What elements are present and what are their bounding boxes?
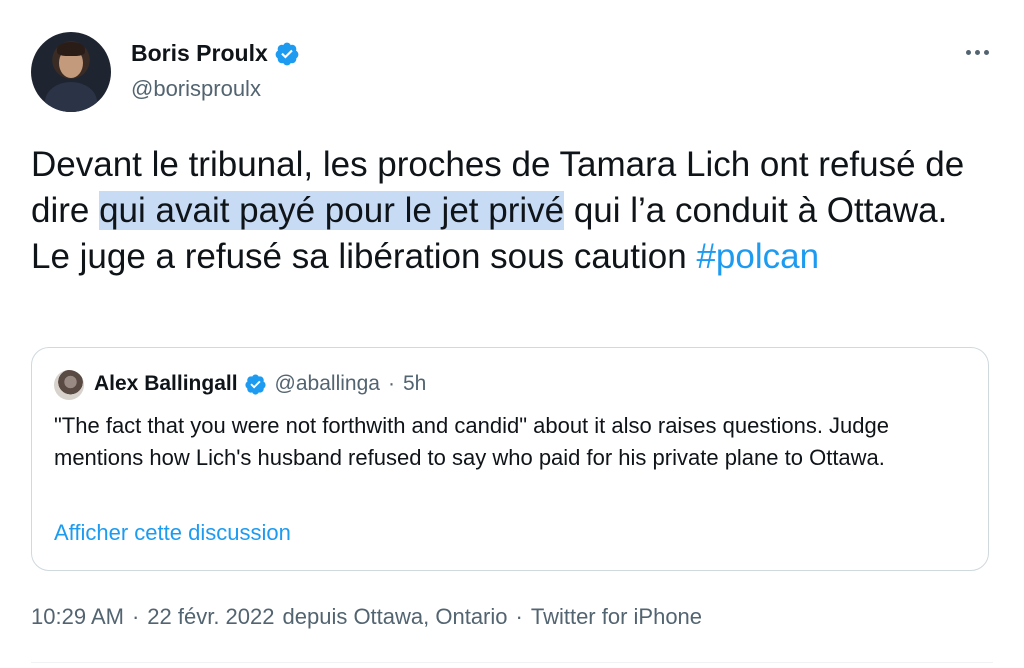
quoted-tweet-time[interactable]: 5h: [403, 372, 426, 396]
author-handle[interactable]: @borisproulx: [131, 76, 261, 102]
author-name-row[interactable]: Boris Proulx: [131, 40, 300, 67]
quoted-author-handle[interactable]: @aballinga: [275, 372, 380, 396]
author-name[interactable]: Boris Proulx: [131, 40, 268, 67]
quoted-tweet-card[interactable]: Alex Ballingall @aballinga · 5h "The fac…: [31, 347, 989, 571]
hashtag-link[interactable]: #polcan: [696, 237, 819, 276]
more-options-icon[interactable]: [962, 40, 992, 64]
tweet-location[interactable]: depuis Ottawa, Ontario: [283, 604, 508, 630]
tweet-metadata: 10:29 AM · 22 févr. 2022 depuis Ottawa, …: [31, 604, 702, 630]
separator-dot: ·: [131, 604, 140, 629]
quoted-tweet-header: Alex Ballingall @aballinga · 5h: [94, 372, 426, 396]
verified-badge-icon: [274, 41, 300, 67]
quoted-tweet-text: "The fact that you were not forthwith an…: [54, 413, 890, 470]
separator-dot: ·: [387, 372, 395, 395]
tweet-date[interactable]: 22 févr. 2022: [147, 604, 274, 630]
divider: [31, 662, 993, 663]
quoted-author-avatar[interactable]: [54, 370, 84, 400]
tweet-time[interactable]: 10:29 AM: [31, 604, 124, 630]
tweet-client[interactable]: Twitter for iPhone: [531, 604, 702, 630]
author-avatar[interactable]: [31, 32, 111, 112]
verified-badge-icon: [244, 373, 267, 396]
tweet-text: Devant le tribunal, les proches de Tamar…: [31, 142, 991, 280]
tweet-text-highlight: qui avait payé pour le jet privé: [99, 191, 565, 230]
separator-dot: ·: [515, 604, 523, 629]
show-thread-link[interactable]: Afficher cette discussion: [54, 520, 291, 546]
quoted-author-name[interactable]: Alex Ballingall: [94, 372, 238, 396]
